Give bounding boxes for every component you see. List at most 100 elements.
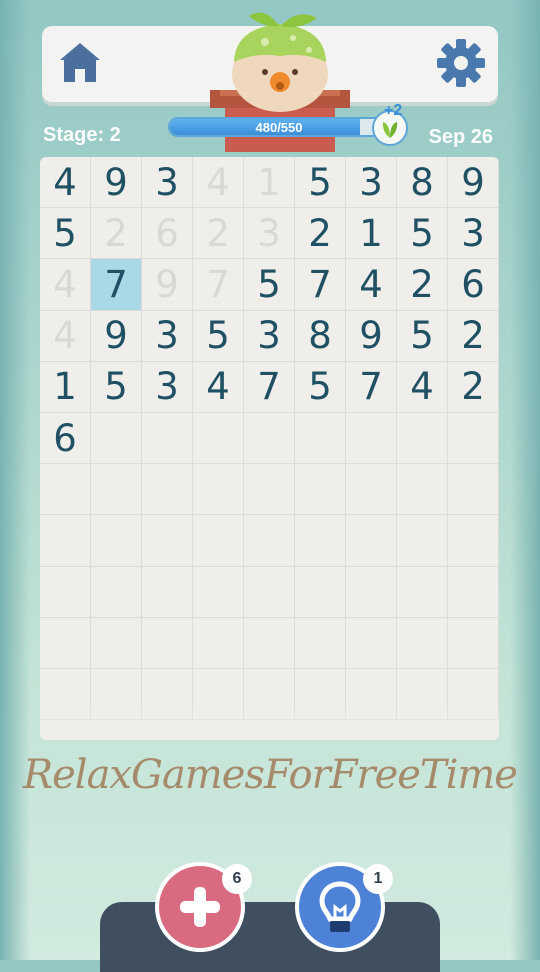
empty-cell[interactable] [193, 617, 244, 669]
number-cell[interactable]: 9 [448, 157, 499, 209]
empty-cell[interactable] [397, 464, 448, 516]
number-cell[interactable]: 1 [346, 208, 397, 260]
home-button[interactable] [56, 38, 104, 86]
empty-cell[interactable] [40, 515, 91, 567]
empty-cell[interactable] [295, 617, 346, 669]
number-cell[interactable]: 2 [193, 208, 244, 260]
number-cell[interactable]: 4 [346, 259, 397, 311]
empty-cell[interactable] [448, 412, 499, 465]
empty-cell[interactable] [346, 464, 397, 516]
empty-cell[interactable] [244, 464, 295, 516]
number-cell[interactable]: 4 [40, 310, 91, 362]
number-cell[interactable]: 9 [91, 157, 142, 209]
empty-cell[interactable] [91, 515, 142, 567]
empty-cell[interactable] [40, 464, 91, 516]
empty-cell[interactable] [142, 464, 193, 516]
empty-cell[interactable] [448, 566, 499, 618]
number-cell[interactable]: 9 [142, 259, 193, 311]
number-cell[interactable]: 2 [448, 310, 499, 362]
number-cell[interactable]: 5 [193, 310, 244, 362]
settings-button[interactable] [436, 38, 486, 88]
number-cell[interactable]: 3 [244, 310, 295, 362]
number-cell[interactable]: 2 [448, 361, 499, 413]
number-cell[interactable]: 7 [193, 259, 244, 311]
number-cell[interactable]: 6 [40, 412, 91, 465]
empty-cell[interactable] [397, 617, 448, 669]
empty-cell[interactable] [244, 412, 295, 465]
empty-cell[interactable] [346, 566, 397, 618]
empty-cell[interactable] [397, 566, 448, 618]
empty-cell[interactable] [40, 668, 91, 721]
number-cell[interactable]: 5 [40, 208, 91, 260]
selected-number-cell[interactable]: 7 [91, 259, 142, 311]
number-cell[interactable]: 5 [295, 361, 346, 413]
number-cell[interactable]: 2 [397, 259, 448, 311]
empty-cell[interactable] [397, 515, 448, 567]
number-cell[interactable]: 3 [448, 208, 499, 260]
empty-cell[interactable] [193, 566, 244, 618]
number-cell[interactable]: 1 [40, 361, 91, 413]
empty-cell[interactable] [295, 668, 346, 721]
number-cell[interactable]: 9 [91, 310, 142, 362]
empty-cell[interactable] [193, 464, 244, 516]
number-cell[interactable]: 3 [346, 157, 397, 209]
empty-cell[interactable] [346, 412, 397, 465]
number-cell[interactable]: 3 [142, 157, 193, 209]
empty-cell[interactable] [142, 617, 193, 669]
empty-cell[interactable] [397, 412, 448, 465]
empty-cell[interactable] [193, 412, 244, 465]
empty-cell[interactable] [91, 668, 142, 721]
number-cell[interactable]: 6 [448, 259, 499, 311]
empty-cell[interactable] [346, 617, 397, 669]
number-cell[interactable]: 3 [142, 361, 193, 413]
empty-cell[interactable] [40, 617, 91, 669]
number-cell[interactable]: 2 [91, 208, 142, 260]
number-cell[interactable]: 3 [244, 208, 295, 260]
empty-cell[interactable] [295, 515, 346, 567]
empty-cell[interactable] [193, 668, 244, 721]
empty-cell[interactable] [448, 464, 499, 516]
empty-cell[interactable] [91, 617, 142, 669]
empty-cell[interactable] [91, 566, 142, 618]
number-cell[interactable]: 5 [91, 361, 142, 413]
number-cell[interactable]: 8 [295, 310, 346, 362]
empty-cell[interactable] [142, 566, 193, 618]
empty-cell[interactable] [295, 412, 346, 465]
empty-cell[interactable] [142, 668, 193, 721]
empty-cell[interactable] [244, 515, 295, 567]
number-cell[interactable]: 4 [193, 361, 244, 413]
number-cell[interactable]: 8 [397, 157, 448, 209]
number-cell[interactable]: 7 [346, 361, 397, 413]
number-cell[interactable]: 4 [40, 259, 91, 311]
empty-cell[interactable] [91, 412, 142, 465]
number-cell[interactable]: 1 [244, 157, 295, 209]
number-cell[interactable]: 2 [295, 208, 346, 260]
empty-cell[interactable] [448, 668, 499, 721]
empty-cell[interactable] [448, 515, 499, 567]
number-cell[interactable]: 4 [40, 157, 91, 209]
empty-cell[interactable] [244, 668, 295, 721]
number-cell[interactable]: 6 [142, 208, 193, 260]
empty-cell[interactable] [91, 464, 142, 516]
empty-cell[interactable] [397, 668, 448, 721]
number-cell[interactable]: 4 [397, 361, 448, 413]
number-cell[interactable]: 4 [193, 157, 244, 209]
empty-cell[interactable] [142, 515, 193, 567]
number-cell[interactable]: 5 [244, 259, 295, 311]
number-cell[interactable]: 5 [397, 208, 448, 260]
number-cell[interactable]: 7 [244, 361, 295, 413]
number-cell[interactable]: 9 [346, 310, 397, 362]
empty-cell[interactable] [244, 617, 295, 669]
empty-cell[interactable] [346, 668, 397, 721]
number-cell[interactable]: 5 [295, 157, 346, 209]
empty-cell[interactable] [142, 412, 193, 465]
empty-cell[interactable] [193, 515, 244, 567]
number-cell[interactable]: 7 [295, 259, 346, 311]
empty-cell[interactable] [244, 566, 295, 618]
empty-cell[interactable] [295, 566, 346, 618]
empty-cell[interactable] [295, 464, 346, 516]
number-cell[interactable]: 3 [142, 310, 193, 362]
empty-cell[interactable] [346, 515, 397, 567]
number-cell[interactable]: 5 [397, 310, 448, 362]
empty-cell[interactable] [40, 566, 91, 618]
